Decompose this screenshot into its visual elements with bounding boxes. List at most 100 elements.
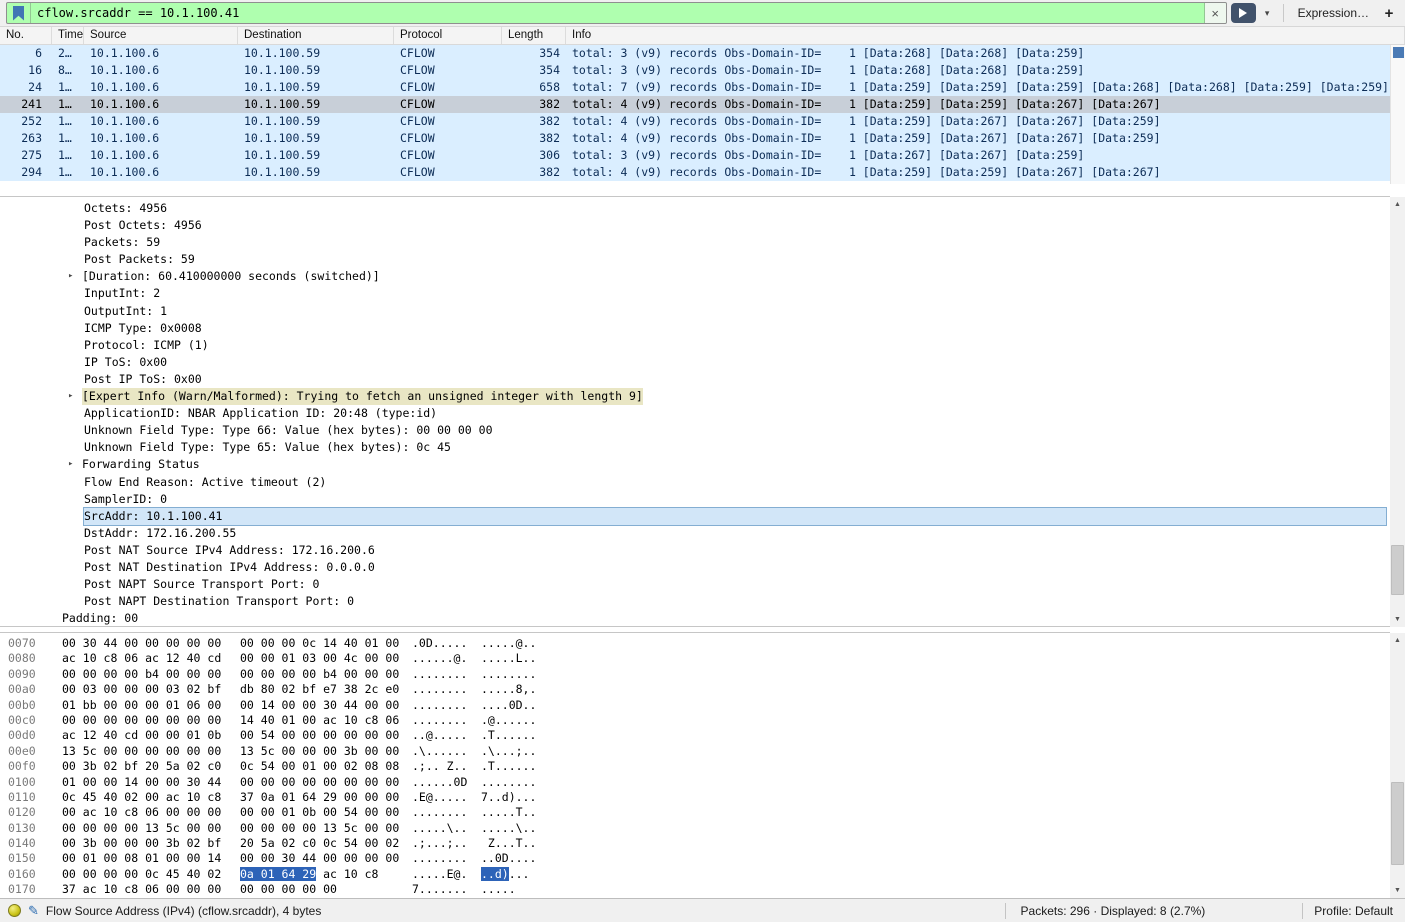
hex-ascii-group1: ........ <box>412 713 481 728</box>
scrollbar-thumb[interactable] <box>1391 545 1404 595</box>
hex-ascii-group1: .;...;.. <box>412 836 481 851</box>
detail-line[interactable]: Post Packets: 59 <box>0 251 1390 268</box>
filter-add-button[interactable]: + <box>1379 5 1399 22</box>
hex-row[interactable]: 009000 00 00 00 b4 00 00 0000 00 00 00 b… <box>8 667 1390 682</box>
column-header-info[interactable]: Info <box>566 27 1405 44</box>
hex-row[interactable]: 012000 ac 10 c8 06 00 00 0000 00 01 0b 0… <box>8 805 1390 820</box>
hex-row[interactable]: 00f000 3b 02 bf 20 5a 02 c00c 54 00 01 0… <box>8 759 1390 774</box>
hex-bytes-group1: 00 00 00 00 13 5c 00 00 <box>62 821 240 836</box>
hex-row[interactable]: 00a000 03 00 00 00 03 02 bfdb 80 02 bf e… <box>8 682 1390 697</box>
scroll-down-arrow[interactable]: ▼ <box>1390 612 1405 627</box>
cell-destination: 10.1.100.59 <box>238 130 394 147</box>
hex-row[interactable]: 0080ac 10 c8 06 ac 12 40 cd00 00 01 03 0… <box>8 651 1390 666</box>
hex-row[interactable]: 00e013 5c 00 00 00 00 00 0013 5c 00 00 0… <box>8 744 1390 759</box>
column-header-no[interactable]: No. <box>0 27 52 44</box>
packet-row[interactable]: 2751…10.1.100.610.1.100.59CFLOW306total:… <box>0 147 1405 164</box>
hex-row[interactable]: 00b001 bb 00 00 00 01 06 0000 14 00 00 3… <box>8 698 1390 713</box>
detail-line[interactable]: ICMP Type: 0x0008 <box>0 320 1390 337</box>
detail-line[interactable]: Post NAT Source IPv4 Address: 172.16.200… <box>0 542 1390 559</box>
detail-line[interactable]: ApplicationID: NBAR Application ID: 20:4… <box>0 405 1390 422</box>
hex-row[interactable]: 016000 00 00 00 0c 45 40 020a 01 64 29 a… <box>8 867 1390 882</box>
hex-bytes-group1: 00 ac 10 c8 06 00 00 00 <box>62 805 240 820</box>
detail-line[interactable]: Unknown Field Type: Type 66: Value (hex … <box>0 422 1390 439</box>
detail-line[interactable]: ▸[Duration: 60.410000000 seconds (switch… <box>0 268 1390 285</box>
detail-line[interactable]: InputInt: 2 <box>0 285 1390 302</box>
detail-text: Forwarding Status <box>82 456 200 473</box>
filter-apply-button[interactable] <box>1231 3 1256 23</box>
detail-scrollbar[interactable]: ▲ ▼ <box>1390 197 1405 627</box>
detail-line[interactable]: OutputInt: 1 <box>0 303 1390 320</box>
detail-text: [Duration: 60.410000000 seconds (switche… <box>82 268 380 285</box>
detail-line[interactable]: Unknown Field Type: Type 65: Value (hex … <box>0 439 1390 456</box>
expander-icon[interactable]: ▸ <box>68 268 82 285</box>
hex-bytes-group2: 13 5c 00 00 00 3b 00 00 <box>240 744 412 759</box>
profile-button[interactable]: Profile: Default <box>1310 904 1397 918</box>
hex-row[interactable]: 014000 3b 00 00 00 3b 02 bf20 5a 02 c0 0… <box>8 836 1390 851</box>
hex-ascii-group2: ..... <box>481 882 516 896</box>
packet-list-scrollbar[interactable] <box>1390 45 1405 184</box>
hex-row[interactable]: 017037 ac 10 c8 06 00 00 0000 00 00 00 0… <box>8 882 1390 897</box>
detail-line[interactable]: DstAddr: 172.16.200.55 <box>0 525 1390 542</box>
detail-line[interactable]: Packets: 59 <box>0 234 1390 251</box>
scroll-down-arrow[interactable]: ▼ <box>1390 883 1405 898</box>
packet-row[interactable]: 168…10.1.100.610.1.100.59CFLOW354total: … <box>0 62 1405 79</box>
column-header-time[interactable]: Time <box>52 27 84 44</box>
hex-bytes-group1: 00 00 00 00 0c 45 40 02 <box>62 867 240 882</box>
hex-scrollbar[interactable]: ▲ ▼ <box>1390 633 1405 898</box>
hex-row[interactable]: 00c000 00 00 00 00 00 00 0014 40 01 00 a… <box>8 713 1390 728</box>
expander-icon[interactable]: ▸ <box>68 456 82 473</box>
column-header-destination[interactable]: Destination <box>238 27 394 44</box>
detail-line[interactable]: Post IP ToS: 0x00 <box>0 371 1390 388</box>
column-header-source[interactable]: Source <box>84 27 238 44</box>
column-header-protocol[interactable]: Protocol <box>394 27 502 44</box>
packet-row[interactable]: 2521…10.1.100.610.1.100.59CFLOW382total:… <box>0 113 1405 130</box>
hex-bytes-group2: 00 00 01 0b 00 54 00 00 <box>240 805 412 820</box>
hex-ascii-group1: ........ <box>412 682 481 697</box>
detail-line[interactable]: Octets: 4956 <box>0 200 1390 217</box>
cell-length: 354 <box>502 45 566 62</box>
detail-line[interactable]: SrcAddr: 10.1.100.41 <box>0 508 1390 525</box>
scrollbar-thumb[interactable] <box>1391 782 1404 865</box>
detail-text: Post IP ToS: 0x00 <box>84 371 202 388</box>
display-filter-input[interactable]: cflow.srcaddr == 10.1.100.41 × <box>6 2 1227 24</box>
packet-row[interactable]: 2941…10.1.100.610.1.100.59CFLOW382total:… <box>0 164 1405 181</box>
detail-line[interactable]: Post Octets: 4956 <box>0 217 1390 234</box>
detail-line[interactable]: Post NAPT Destination Transport Port: 0 <box>0 593 1390 610</box>
hex-row[interactable]: 00d0ac 12 40 cd 00 00 01 0b00 54 00 00 0… <box>8 728 1390 743</box>
cell-time: 2… <box>52 45 84 62</box>
expander-icon[interactable]: ▸ <box>68 388 82 405</box>
cell-source: 10.1.100.6 <box>84 164 238 181</box>
detail-line[interactable]: ▸Forwarding Status <box>0 456 1390 473</box>
detail-line[interactable]: ▸[Expert Info (Warn/Malformed): Trying t… <box>0 388 1390 405</box>
filter-bookmark-button[interactable] <box>7 3 31 23</box>
packet-row[interactable]: 241…10.1.100.610.1.100.59CFLOW658total: … <box>0 79 1405 96</box>
detail-line[interactable]: Protocol: ICMP (1) <box>0 337 1390 354</box>
column-header-length[interactable]: Length <box>502 27 566 44</box>
filter-history-button[interactable]: ▾ <box>1260 3 1275 23</box>
packet-row[interactable]: 62…10.1.100.610.1.100.59CFLOW354total: 3… <box>0 45 1405 62</box>
expression-button[interactable]: Expression… <box>1292 6 1375 20</box>
detail-line[interactable]: IP ToS: 0x00 <box>0 354 1390 371</box>
hex-row[interactable]: 01100c 45 40 02 00 ac 10 c837 0a 01 64 2… <box>8 790 1390 805</box>
detail-line[interactable]: SamplerID: 0 <box>0 491 1390 508</box>
detail-line[interactable]: Post NAT Destination IPv4 Address: 0.0.0… <box>0 559 1390 576</box>
detail-line[interactable]: Flow End Reason: Active timeout (2) <box>0 474 1390 491</box>
capture-comment-icon[interactable]: ✎ <box>28 903 39 919</box>
hex-row[interactable]: 007000 30 44 00 00 00 00 0000 00 00 0c 1… <box>8 636 1390 651</box>
hex-bytes-group1: 01 00 00 14 00 00 30 44 <box>62 775 240 790</box>
scroll-up-arrow[interactable]: ▲ <box>1390 633 1405 648</box>
hex-row[interactable]: 015000 01 00 08 01 00 00 1400 00 30 44 0… <box>8 851 1390 866</box>
hex-row[interactable]: 013000 00 00 00 13 5c 00 0000 00 00 00 1… <box>8 821 1390 836</box>
detail-line[interactable]: Post NAPT Source Transport Port: 0 <box>0 576 1390 593</box>
hex-row[interactable]: 010001 00 00 14 00 00 30 4400 00 00 00 0… <box>8 775 1390 790</box>
detail-line[interactable]: Padding: 00 <box>0 610 1390 627</box>
scrollbar-thumb[interactable] <box>1393 47 1404 58</box>
packet-row[interactable]: 2631…10.1.100.610.1.100.59CFLOW382total:… <box>0 130 1405 147</box>
detail-text: Flow End Reason: Active timeout (2) <box>84 474 326 491</box>
filter-clear-button[interactable]: × <box>1204 3 1226 23</box>
hex-bytes-group1: 00 01 00 08 01 00 00 14 <box>62 851 240 866</box>
scroll-up-arrow[interactable]: ▲ <box>1390 197 1405 212</box>
packet-row[interactable]: 2411…10.1.100.610.1.100.59CFLOW382total:… <box>0 96 1405 113</box>
filter-text-area[interactable]: cflow.srcaddr == 10.1.100.41 <box>31 6 1204 20</box>
expert-info-button[interactable] <box>8 904 21 917</box>
